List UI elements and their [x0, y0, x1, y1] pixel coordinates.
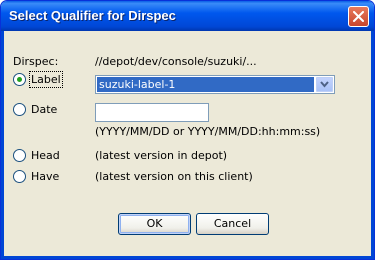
dirspec-label: Dirspec: — [13, 55, 59, 68]
head-radio-text[interactable]: Head — [31, 149, 60, 162]
label-combobox[interactable]: suzuki-label-1 — [95, 75, 335, 94]
label-radio[interactable] — [13, 73, 26, 86]
window-border-left — [1, 31, 4, 259]
date-radio[interactable] — [13, 103, 26, 116]
have-hint: (latest version on this client) — [95, 170, 253, 183]
date-radio-text[interactable]: Date — [31, 103, 57, 116]
date-input[interactable] — [95, 103, 209, 122]
head-radio[interactable] — [13, 149, 26, 162]
close-button[interactable] — [348, 6, 369, 27]
dialog-window: Select Qualifier for Dirspec Dirspec: //… — [0, 0, 375, 260]
ok-button[interactable]: OK — [118, 213, 191, 235]
date-format-hint: (YYYY/MM/DD or YYYY/MM/DD:hh:mm:ss) — [95, 125, 321, 138]
dirspec-path: //depot/dev/console/suzuki/... — [95, 55, 257, 68]
window-border-bottom — [1, 256, 374, 259]
cancel-button[interactable]: Cancel — [196, 213, 269, 235]
label-combobox-value: suzuki-label-1 — [97, 77, 314, 92]
have-radio[interactable] — [13, 170, 26, 183]
have-radio-text[interactable]: Have — [31, 170, 59, 183]
head-hint: (latest version in depot) — [95, 149, 228, 162]
radio-selected-dot — [17, 77, 22, 82]
combobox-dropdown-button[interactable] — [316, 77, 333, 92]
close-icon — [353, 11, 364, 22]
window-title: Select Qualifier for Dirspec — [9, 8, 176, 23]
chevron-down-icon — [320, 81, 329, 88]
title-bar[interactable]: Select Qualifier for Dirspec — [1, 1, 374, 31]
window-border-right — [371, 31, 374, 259]
label-radio-text[interactable]: Label — [31, 73, 61, 86]
